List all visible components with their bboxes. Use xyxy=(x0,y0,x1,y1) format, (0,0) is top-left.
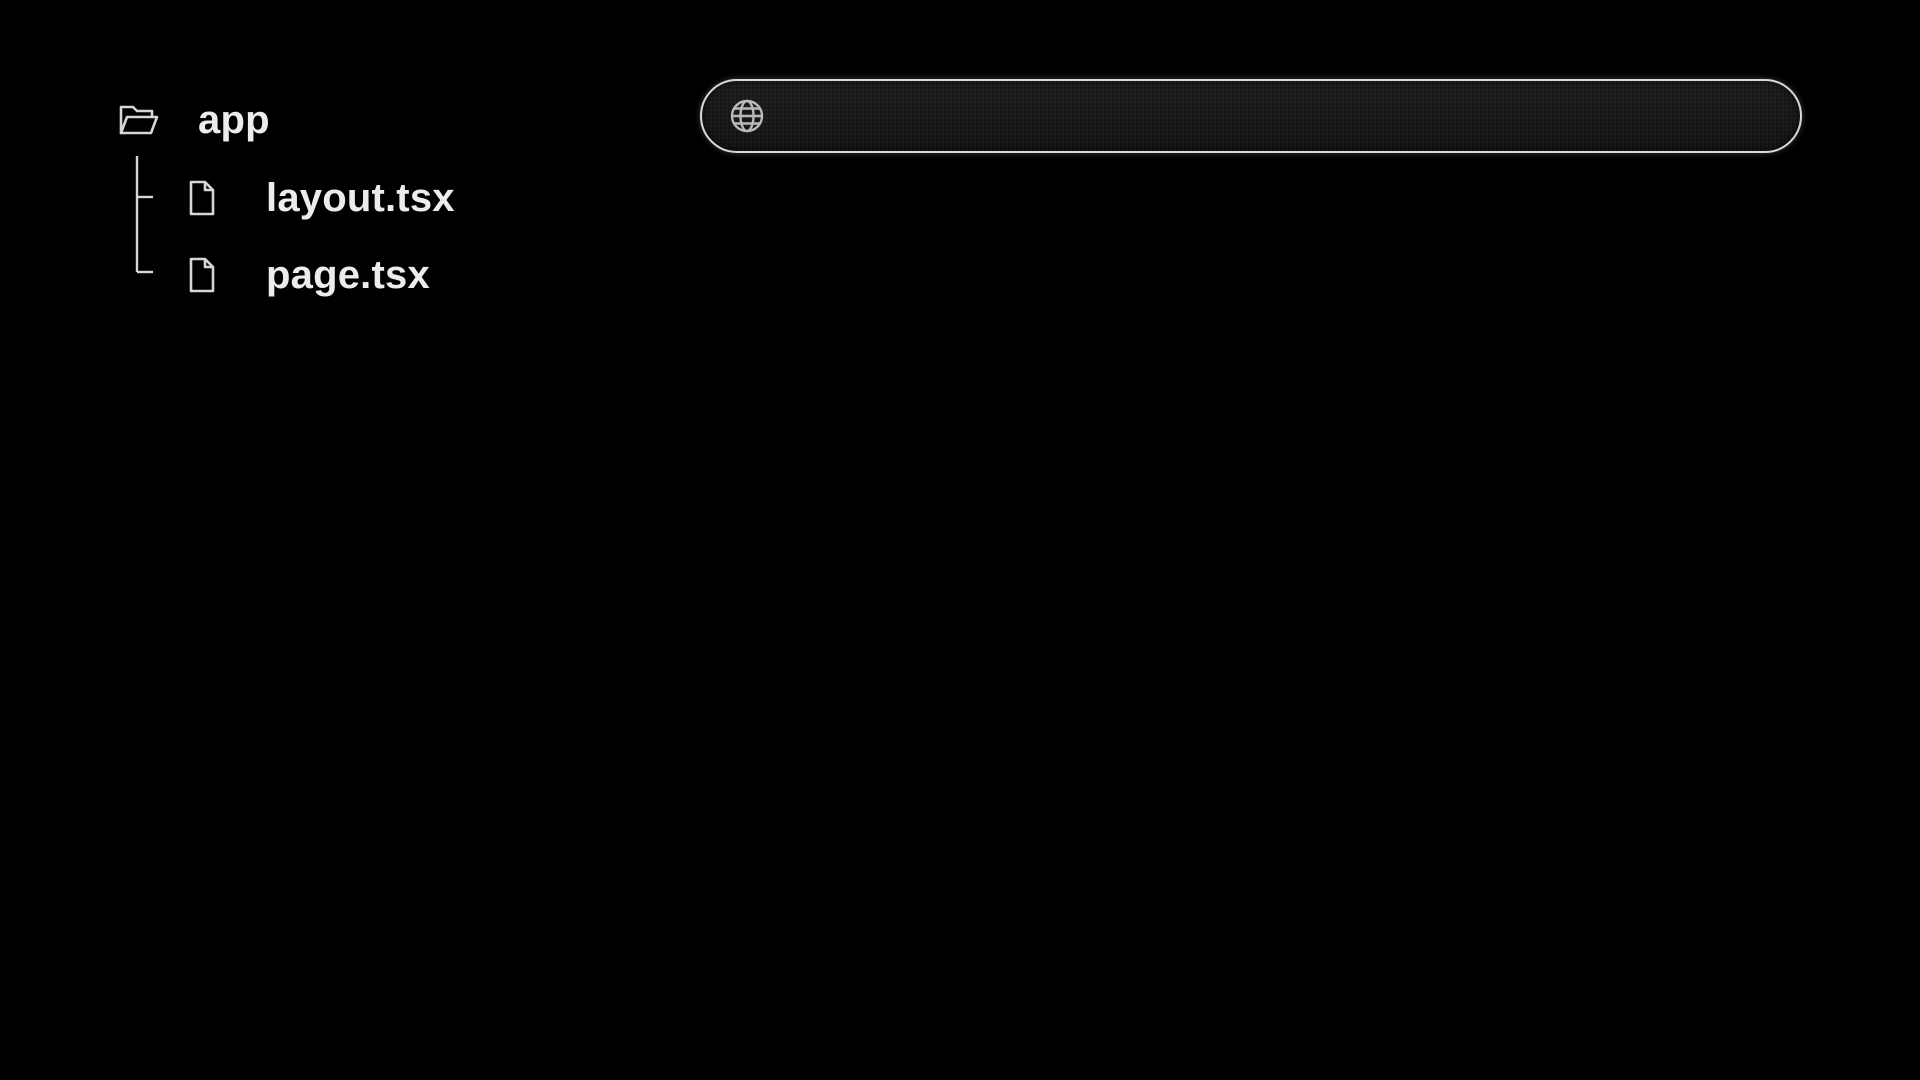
tree-item-label: layout.tsx xyxy=(266,175,455,220)
address-bar[interactable] xyxy=(700,79,1802,153)
tree-item-label: page.tsx xyxy=(266,252,430,297)
url-input[interactable] xyxy=(779,81,1800,151)
tree-item-page-tsx[interactable]: page.tsx xyxy=(184,247,430,303)
tree-item-app[interactable]: app xyxy=(118,92,270,148)
globe-icon xyxy=(729,98,765,134)
tree-item-label: app xyxy=(198,97,270,142)
file-icon xyxy=(184,178,220,218)
canvas: app layout.tsx page.tsx xyxy=(0,0,1920,1080)
folder-open-icon xyxy=(118,100,160,140)
file-tree: app layout.tsx page.tsx xyxy=(118,92,638,312)
tree-connector-lines xyxy=(135,156,153,274)
tree-item-layout-tsx[interactable]: layout.tsx xyxy=(184,170,455,226)
file-icon xyxy=(184,255,220,295)
